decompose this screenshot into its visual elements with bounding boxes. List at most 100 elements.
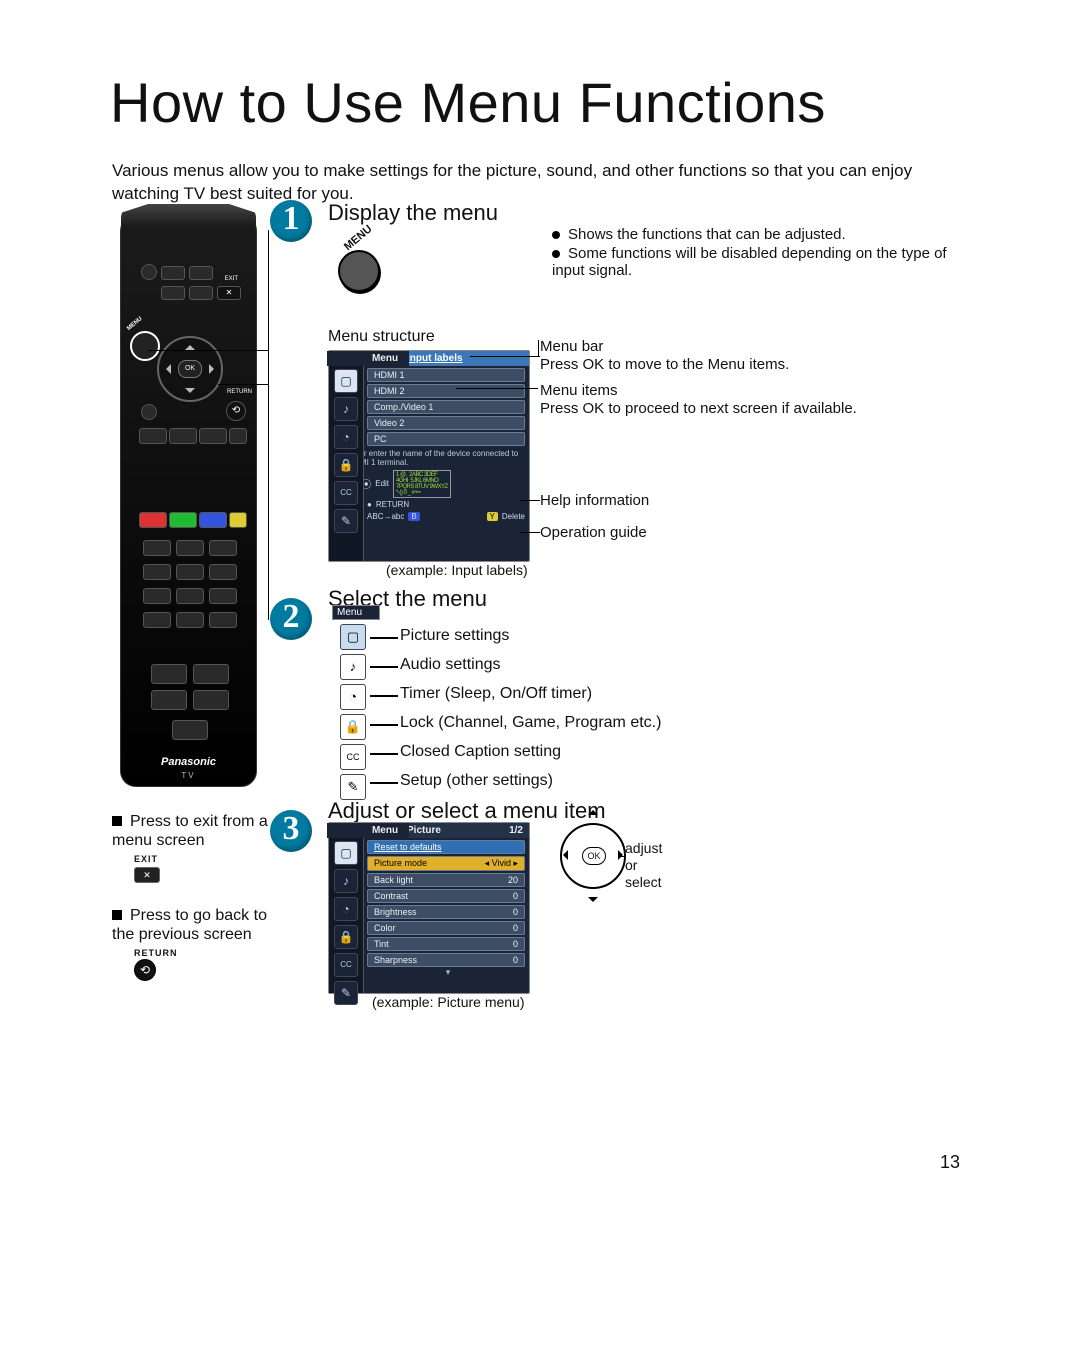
leader-line xyxy=(268,230,269,620)
callout-menu-items-hint: Press OK to proceed to next screen if av… xyxy=(540,400,860,417)
leader-line xyxy=(218,384,268,385)
dpad xyxy=(157,336,223,402)
intro-text: Various menus allow you to make settings… xyxy=(112,160,950,206)
osd-reset-row: Reset to defaults xyxy=(367,840,525,854)
guide-key-grid: 1 @. 2ABC 3DEF 4GHI 5JKL 6MNO 7PQRS 8TUV… xyxy=(393,470,451,498)
remote-button xyxy=(169,428,197,444)
osd-icon-column: ▢ ♪ ◔ 🔒 CC ✎ xyxy=(329,351,364,561)
menu-key-graphic: MENU xyxy=(328,232,388,312)
osd-item: PC xyxy=(367,432,525,446)
note-item: Some functions will be disabled dependin… xyxy=(552,245,965,279)
step2-item: Closed Caption setting xyxy=(400,743,561,761)
leader-line xyxy=(520,532,540,533)
note-item: Shows the functions that can be adjusted… xyxy=(552,226,965,243)
remote-button xyxy=(209,564,237,580)
picture-icon: ▢ xyxy=(334,369,358,393)
menu-button-highlight-icon xyxy=(130,331,160,361)
remote-button xyxy=(199,428,227,444)
leader-line xyxy=(456,388,538,389)
remote-button xyxy=(176,540,204,556)
lock-icon: 🔒 xyxy=(334,453,358,477)
osd-menu-title: Menu xyxy=(327,351,409,366)
osd-icon-column: ▢ ♪ ◔ 🔒 CC ✎ xyxy=(329,823,364,993)
arrow-left-icon xyxy=(161,364,171,374)
brand-label: Panasonic xyxy=(121,756,256,768)
step1-example-label: (example: Input labels) xyxy=(386,562,528,578)
menu-button-label: MENU xyxy=(126,316,143,332)
picture-icon: ▢ xyxy=(340,624,366,650)
leader-line xyxy=(370,666,398,668)
arrow-right-icon xyxy=(209,364,219,374)
remote-button xyxy=(176,612,204,628)
leader-line xyxy=(470,356,540,357)
lock-icon: 🔒 xyxy=(334,925,358,949)
audio-icon: ♪ xyxy=(340,654,366,680)
menu-key-icon xyxy=(338,250,380,292)
remote-button xyxy=(161,286,185,300)
osd-row: Color0 xyxy=(367,921,525,935)
leader-line xyxy=(370,724,398,726)
setup-icon: ✎ xyxy=(334,509,358,533)
yellow-key-icon: Y xyxy=(487,512,498,521)
osd-row: Contrast0 xyxy=(367,889,525,903)
osd-picture-menu: ▢ ♪ ◔ 🔒 CC ✎ Menu Picture 1/2 Reset to d… xyxy=(328,822,530,994)
osd-input-labels: ▢ ♪ ◔ 🔒 CC ✎ Menu Input labels HDMI 1 HD… xyxy=(328,350,530,562)
setup-icon: ✎ xyxy=(340,774,366,800)
remote-button xyxy=(176,588,204,604)
remote-button xyxy=(143,564,171,580)
step-badge-2: 2 xyxy=(270,598,312,640)
guide-abc-label: ABC→abc xyxy=(367,512,404,521)
power-button-icon xyxy=(141,264,157,280)
cc-icon: CC xyxy=(340,744,366,770)
guide-return-label: RETURN xyxy=(376,500,409,509)
page-number: 13 xyxy=(940,1152,960,1173)
arrow-down-icon xyxy=(588,897,598,907)
arrow-left-icon xyxy=(558,850,568,860)
step1-heading: Display the menu xyxy=(328,200,498,226)
red-button-icon xyxy=(139,512,167,528)
osd2-title: Menu xyxy=(332,605,380,620)
return-button-icon: ⟲ xyxy=(134,959,156,981)
bullet-icon xyxy=(552,231,560,239)
leader-line xyxy=(370,637,398,639)
cc-icon: CC xyxy=(334,481,358,505)
remote-button xyxy=(193,690,229,710)
remote-button xyxy=(143,540,171,556)
step2-item: Timer (Sleep, On/Off timer) xyxy=(400,685,592,703)
cc-icon: CC xyxy=(334,953,358,977)
ok-dpad-graphic: OK xyxy=(560,823,626,889)
step3-example-label: (example: Picture menu) xyxy=(372,994,525,1010)
picture-icon: ▢ xyxy=(334,841,358,865)
osd-item: Video 2 xyxy=(367,416,525,430)
osd-row: Sharpness0 xyxy=(367,953,525,967)
arrow-up-icon xyxy=(185,340,195,350)
step-badge-3: 3 xyxy=(270,810,312,852)
remote-button xyxy=(151,664,187,684)
return-instruction: Press to go back to the previous screen … xyxy=(112,906,272,981)
step3-heading: Adjust or select a menu item xyxy=(328,798,606,824)
timer-icon: ◔ xyxy=(334,897,358,921)
osd-row: Picture mode ◂ Vivid ▸ xyxy=(367,856,525,871)
page-title: How to Use Menu Functions xyxy=(110,70,826,135)
exit-label: EXIT xyxy=(225,276,238,282)
step2-item: Setup (other settings) xyxy=(400,772,553,790)
square-bullet-icon xyxy=(112,910,122,920)
remote-control: ✕ EXIT MENU RETURN ⟲ xyxy=(120,215,257,787)
remote-button xyxy=(229,428,247,444)
exit-button-icon: ✕ xyxy=(217,286,241,300)
guide-delete-label: Delete xyxy=(502,512,525,521)
callout-menu-bar: Menu bar xyxy=(540,338,603,355)
arrow-down-icon xyxy=(185,388,195,398)
menu-structure-label: Menu structure xyxy=(328,328,435,346)
more-indicator-icon: ▾ xyxy=(367,967,529,978)
remote-button xyxy=(189,266,213,280)
leader-line xyxy=(538,340,539,356)
brand-sub-label: TV xyxy=(121,771,256,780)
leader-line xyxy=(370,782,398,784)
return-btn-label: RETURN xyxy=(134,948,272,959)
bullet-icon xyxy=(552,250,560,258)
remote-button xyxy=(172,720,208,740)
osd-row: Tint0 xyxy=(367,937,525,951)
callout-menu-items: Menu items xyxy=(540,382,618,399)
timer-icon: ◔ xyxy=(340,684,366,710)
